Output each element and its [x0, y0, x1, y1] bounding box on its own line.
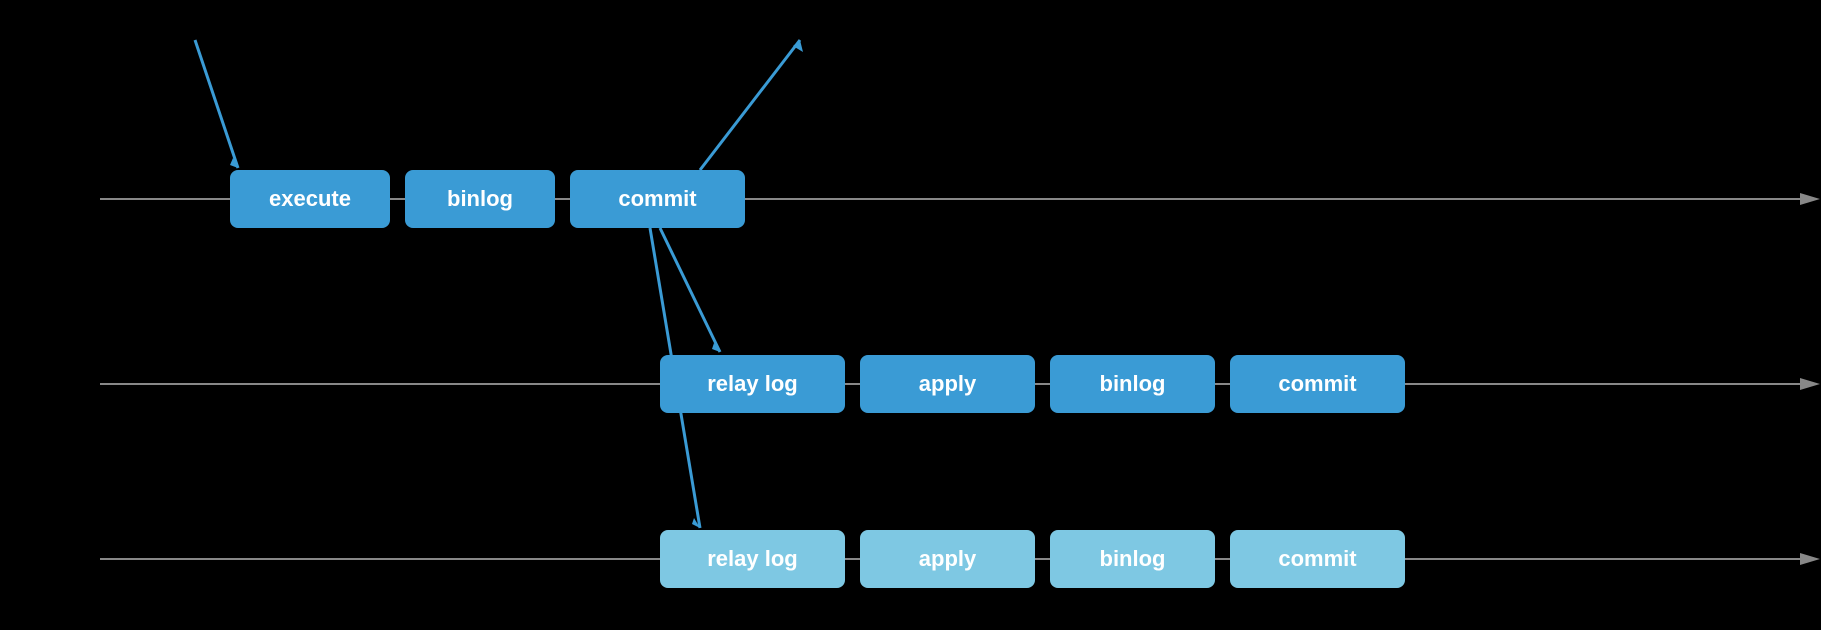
replica2-commit-box: commit [1230, 530, 1405, 588]
replica2-apply-box: apply [860, 530, 1035, 588]
execute-box: execute [230, 170, 390, 228]
master-commit-box: commit [570, 170, 745, 228]
replica1-commit-box: commit [1230, 355, 1405, 413]
diagram: execute binlog commit relay log apply bi… [0, 0, 1821, 630]
replica1-binlog-box: binlog [1050, 355, 1215, 413]
master-binlog-box: binlog [405, 170, 555, 228]
replica1-apply-box: apply [860, 355, 1035, 413]
replica1-relay-log-box: relay log [660, 355, 845, 413]
replica2-relay-log-box: relay log [660, 530, 845, 588]
replica2-binlog-box: binlog [1050, 530, 1215, 588]
